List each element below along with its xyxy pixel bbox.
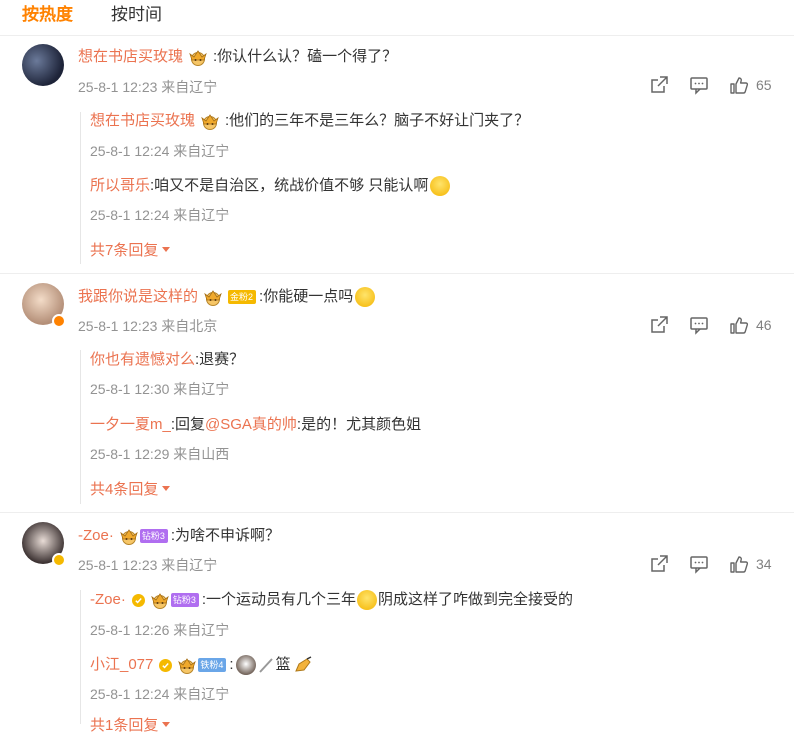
mention-link[interactable]: @SGA真的帅	[205, 415, 297, 435]
reply-username[interactable]: 所以哥乐	[90, 176, 150, 196]
like-icon[interactable]	[728, 553, 750, 575]
comment-content: 我跟你说是这样的 金粉2 :你能硬一点吗	[78, 287, 376, 307]
reply-content: 小江_077 铁粉4 : 篮	[90, 655, 313, 675]
reply-username[interactable]: -Zoe·	[90, 590, 126, 610]
comment-icon[interactable]	[688, 553, 710, 575]
share-icon[interactable]	[648, 314, 670, 336]
divider	[0, 273, 794, 274]
reply-text: 阴成这样了咋做到完全接受的	[378, 591, 574, 608]
avatar[interactable]	[22, 44, 64, 86]
comment-meta: 25-8-1 12:23 来自辽宁	[78, 557, 218, 573]
reply-meta: 25-8-1 12:30 来自辽宁	[90, 381, 230, 397]
divider	[0, 512, 794, 513]
comment-content: -Zoe· 钻粉3 :为啥不申诉啊？	[78, 526, 280, 546]
comment-actions: 46	[648, 314, 772, 336]
verified-icon	[131, 593, 145, 607]
reply-meta: 25-8-1 12:24 来自辽宁	[90, 143, 230, 159]
comment-actions: 34	[648, 553, 772, 575]
comment-icon[interactable]	[688, 74, 710, 96]
wow-emoji-icon	[355, 287, 376, 307]
divider	[0, 35, 794, 36]
username[interactable]: 我跟你说是这样的	[78, 287, 198, 307]
view-more-replies-link[interactable]: 共4条回复	[90, 480, 171, 500]
reply-thread-line	[80, 590, 81, 724]
username[interactable]: -Zoe·	[78, 526, 114, 546]
stick-icon	[258, 658, 273, 673]
reply-text: :他们的三年不是三年么？脑子不好让门夹了？	[225, 112, 530, 129]
reply-content: 所以哥乐 :咱又不是自治区，统战价值不够 只能认啊	[90, 176, 451, 196]
comment-text: :为啥不申诉啊？	[170, 527, 281, 544]
like-icon[interactable]	[728, 74, 750, 96]
like-count: 65	[756, 77, 772, 93]
reply-content: 你也有遗憾对么 :退赛？	[90, 350, 244, 370]
reply-content: 想在书店买玫瑰 :他们的三年不是三年么？脑子不好让门夹了？	[90, 111, 529, 131]
comment-text: :你能硬一点吗	[259, 288, 354, 305]
view-more-replies-label: 共7条回复	[90, 242, 159, 259]
reply-text: :退赛？	[195, 351, 245, 368]
crown-icon	[199, 112, 221, 130]
crown-icon	[187, 48, 209, 66]
fan-badge: 钻粉3	[170, 593, 199, 607]
tab-sort-by-time[interactable]: 按时间	[111, 4, 162, 28]
view-more-replies-link[interactable]: 共7条回复	[90, 241, 171, 261]
view-more-replies-label: 共1条回复	[90, 717, 159, 734]
laugh-cry-emoji-icon	[357, 590, 378, 610]
username[interactable]: 想在书店买玫瑰	[78, 47, 183, 67]
dog-emoji-icon	[235, 655, 256, 675]
fan-badge: 钻粉3	[139, 529, 168, 543]
reply-text: 篮	[275, 656, 291, 673]
writing-hand-icon	[294, 656, 311, 672]
like-count: 34	[756, 556, 772, 572]
reply-content: 一夕一夏m_ :回复 @SGA真的帅 :是的！尤其颜色姐	[90, 415, 421, 435]
comment-actions: 65	[648, 74, 772, 96]
chevron-down-icon	[162, 722, 171, 727]
fan-badge: 铁粉4	[198, 658, 227, 672]
comment-content: 想在书店买玫瑰 :你认什么认？磕一个得了？	[78, 47, 397, 67]
reply-username[interactable]: 你也有遗憾对么	[90, 350, 195, 370]
verified-icon	[52, 314, 66, 328]
reply-username[interactable]: 一夕一夏m_	[90, 415, 171, 435]
crown-icon	[202, 288, 224, 306]
reply-text: :是的！尤其颜色姐	[296, 416, 422, 433]
crying-emoji-icon	[430, 176, 451, 196]
verified-icon	[52, 553, 66, 567]
share-icon[interactable]	[648, 553, 670, 575]
reply-text-prefix: :回复	[170, 416, 206, 433]
chevron-down-icon	[162, 247, 171, 252]
comment-meta: 25-8-1 12:23 来自北京	[78, 318, 218, 334]
reply-meta: 25-8-1 12:24 来自辽宁	[90, 207, 230, 223]
reply-text: :咱又不是自治区，统战价值不够 只能认啊	[150, 177, 429, 194]
reply-username[interactable]: 想在书店买玫瑰	[90, 111, 195, 131]
sort-tabs: 按热度 按时间	[22, 4, 162, 28]
reply-username[interactable]: 小江_077	[90, 655, 153, 675]
like-icon[interactable]	[728, 314, 750, 336]
crown-icon	[118, 527, 140, 545]
reply-thread-line	[80, 350, 81, 504]
verified-icon	[159, 658, 173, 672]
like-count: 46	[756, 317, 772, 333]
view-more-replies-link[interactable]: 共1条回复	[90, 716, 171, 736]
fan-badge: 金粉2	[228, 290, 257, 304]
comment-text: :你认什么认？磕一个得了？	[213, 48, 398, 65]
reply-text-prefix: :一个运动员有几个三年	[201, 591, 357, 608]
reply-meta: 25-8-1 12:29 来自山西	[90, 446, 230, 462]
share-icon[interactable]	[648, 74, 670, 96]
comment-meta: 25-8-1 12:23 来自辽宁	[78, 79, 218, 95]
reply-meta: 25-8-1 12:26 来自辽宁	[90, 622, 230, 638]
reply-content: -Zoe· 钻粉3 :一个运动员有几个三年 阴成这样了咋做到完全接受的	[90, 590, 573, 610]
chevron-down-icon	[162, 486, 171, 491]
reply-text-prefix: :	[229, 656, 234, 673]
crown-icon	[149, 591, 171, 609]
tab-sort-by-hot[interactable]: 按热度	[22, 4, 73, 28]
crown-icon	[176, 656, 198, 674]
view-more-replies-label: 共4条回复	[90, 481, 159, 498]
comment-icon[interactable]	[688, 314, 710, 336]
reply-meta: 25-8-1 12:24 来自辽宁	[90, 686, 230, 702]
reply-thread-line	[80, 112, 81, 264]
